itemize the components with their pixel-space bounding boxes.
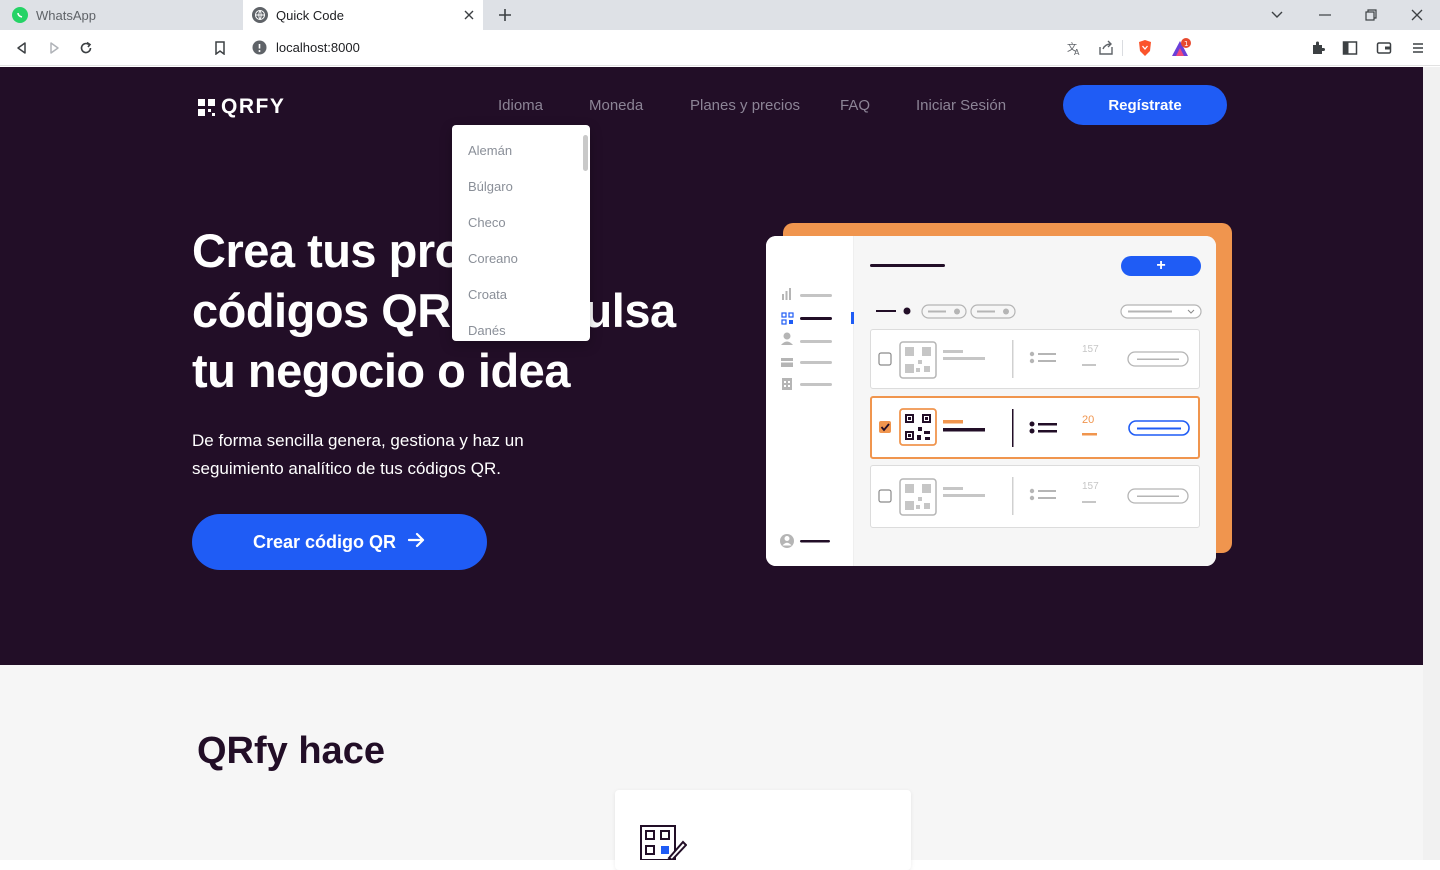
tab-title: WhatsApp	[36, 7, 96, 23]
hero-section: QRFY Idioma Moneda Planes y precios FAQ …	[0, 67, 1423, 665]
card-icon	[781, 358, 793, 367]
row-count: 20	[1082, 414, 1095, 426]
logo-text: QRFY	[221, 95, 286, 118]
language-option-aleman[interactable]: Alemán	[452, 132, 590, 168]
chart-bars-icon	[782, 288, 791, 300]
back-icon[interactable]	[12, 38, 32, 58]
svg-text:A: A	[1074, 48, 1080, 56]
extensions-icon[interactable]	[1308, 38, 1328, 58]
site-logo[interactable]: QRFY	[198, 95, 285, 119]
nav-login[interactable]: Iniciar Sesión	[916, 97, 1006, 114]
brave-shield-icon[interactable]	[1137, 39, 1153, 62]
nav-pricing[interactable]: Planes y precios	[690, 97, 800, 114]
add-qr-button-illustration: +	[1121, 256, 1201, 276]
signup-button[interactable]: Regístrate	[1063, 85, 1227, 125]
new-tab-button[interactable]	[494, 4, 516, 26]
tab-search-chevron-icon[interactable]	[1254, 0, 1300, 30]
svg-text:1: 1	[1184, 40, 1188, 48]
sidebar-icon[interactable]	[1340, 38, 1360, 58]
menu-icon[interactable]	[1408, 38, 1428, 58]
browser-toolbar: localhost:8000 文A 1	[0, 30, 1440, 66]
feature-card	[615, 790, 911, 870]
close-tab-icon[interactable]	[461, 7, 477, 23]
whatsapp-icon	[12, 7, 28, 23]
brave-rewards-icon[interactable]: 1	[1170, 38, 1192, 63]
omnibox-divider	[1122, 40, 1123, 56]
close-window-button[interactable]	[1394, 0, 1440, 30]
illustration-row: 157	[870, 329, 1200, 389]
browser-tab-strip: WhatsApp Quick Code	[0, 0, 1440, 30]
translate-icon[interactable]: 文A	[1066, 40, 1082, 61]
language-dropdown[interactable]: Alemán Búlgaro Checo Coreano Croata Dané…	[452, 125, 590, 341]
qr-edit-icon	[639, 824, 688, 865]
qr-small-icon	[781, 312, 794, 325]
bookmark-icon[interactable]	[210, 38, 230, 58]
illustration-sidebar	[766, 236, 854, 566]
globe-icon	[252, 7, 268, 23]
nav-currency[interactable]: Moneda	[589, 97, 643, 114]
forward-icon[interactable]	[44, 38, 64, 58]
illustration-row: 157	[870, 465, 1200, 528]
reload-icon[interactable]	[76, 38, 96, 58]
language-option-croata[interactable]: Croata	[452, 276, 590, 312]
language-option-checo[interactable]: Checo	[452, 204, 590, 240]
wallet-icon[interactable]	[1374, 38, 1394, 58]
arrow-right-icon	[407, 532, 426, 553]
page-scrollbar[interactable]	[1423, 67, 1440, 860]
info-icon[interactable]	[252, 40, 267, 60]
language-option-coreano[interactable]: Coreano	[452, 240, 590, 276]
url-text: localhost:8000	[276, 40, 360, 55]
avatar-icon	[780, 534, 794, 548]
minimize-window-button[interactable]	[1302, 0, 1348, 30]
illustration-row-selected: 20	[870, 396, 1200, 459]
nav-language[interactable]: Idioma	[498, 97, 543, 114]
address-bar[interactable]: localhost:8000 文A 1	[242, 34, 1200, 62]
illustration-main: + 157 20 157	[854, 236, 1216, 566]
tab-whatsapp[interactable]: WhatsApp	[0, 0, 242, 30]
language-option-bulgaro[interactable]: Búlgaro	[452, 168, 590, 204]
create-qr-button[interactable]: Crear código QR	[192, 514, 487, 570]
tab-quick-code[interactable]: Quick Code	[243, 0, 483, 30]
tab-title: Quick Code	[276, 7, 344, 23]
share-icon[interactable]	[1098, 40, 1114, 61]
row-count: 157	[1082, 344, 1099, 355]
user-icon	[781, 332, 793, 345]
section-title: QRfy hace	[197, 730, 385, 772]
qrfy-logo-icon	[198, 98, 215, 116]
language-option-danes[interactable]: Danés	[452, 312, 590, 341]
create-qr-label: Crear código QR	[252, 531, 397, 552]
dropdown-scrollbar[interactable]	[583, 135, 588, 171]
dashboard-illustration: + 157 20 157	[766, 236, 1216, 566]
nav-faq[interactable]: FAQ	[840, 97, 870, 114]
hero-subtitle: De forma sencilla genera, gestiona y haz…	[192, 431, 524, 478]
row-count: 157	[1082, 481, 1099, 492]
building-icon	[782, 378, 792, 390]
restore-window-button[interactable]	[1348, 0, 1394, 30]
